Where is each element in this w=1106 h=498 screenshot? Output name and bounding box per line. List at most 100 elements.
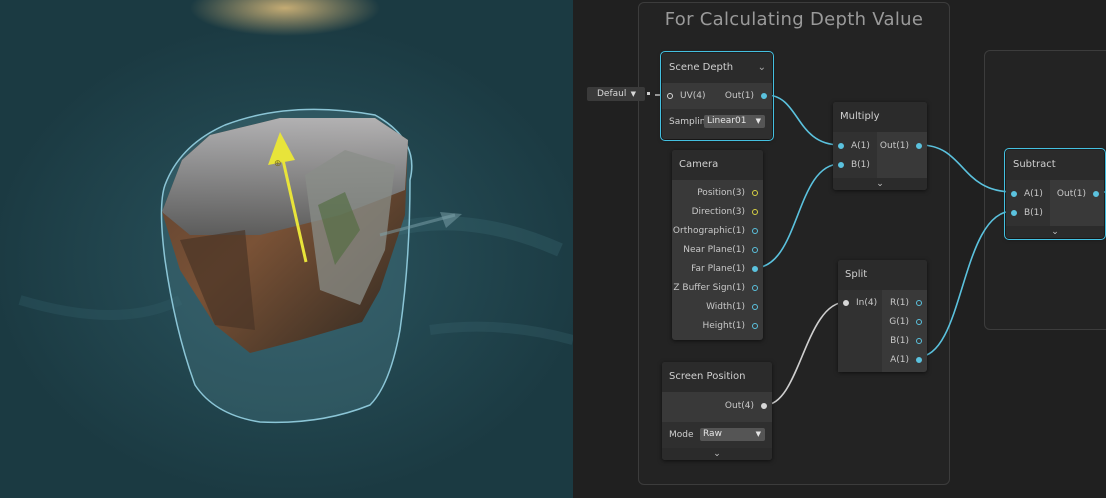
output-port-icon[interactable] [752, 189, 758, 196]
split-node[interactable]: Split In(4) R(1) G(1) B(1) A(1) [838, 260, 927, 372]
sun-reflection [190, 0, 380, 36]
output-port-icon[interactable] [752, 322, 758, 329]
split-out-g[interactable]: G(1) [864, 313, 927, 332]
svg-text:⊕: ⊕ [274, 159, 282, 169]
output-port-icon[interactable] [916, 318, 922, 325]
output-port-icon[interactable] [761, 92, 767, 99]
multiply-out[interactable]: Out(1) [859, 137, 927, 156]
port-label: B(1) [851, 160, 870, 170]
expand-chevron-icon[interactable]: ⌄ [662, 448, 772, 460]
dropdown-arrow-icon: ▼ [755, 430, 761, 438]
sampling-row: Samplin Linear01 ▼ [662, 109, 772, 135]
input-port-icon[interactable] [838, 142, 844, 149]
port-label: Out(1) [879, 141, 909, 151]
split-title-bar[interactable]: Split [838, 260, 927, 290]
input-port-icon[interactable] [838, 161, 844, 168]
connector-dot [647, 92, 650, 95]
mode-label: Mode [669, 430, 694, 440]
output-port-icon[interactable] [916, 356, 922, 363]
screen-position-title-bar[interactable]: Screen Position [662, 362, 772, 392]
input-port-icon[interactable] [1011, 190, 1017, 197]
port-label: Z Buffer Sign(1) [673, 283, 745, 293]
port-label: Out(4) [724, 401, 754, 411]
multiply-in-b[interactable]: B(1) [833, 156, 895, 175]
input-port-icon[interactable] [843, 299, 849, 306]
mode-value: Raw [703, 429, 722, 439]
mode-dropdown[interactable]: Raw ▼ [700, 428, 765, 441]
output-port-icon[interactable] [916, 299, 922, 306]
camera-port-height[interactable]: Height(1) [672, 317, 763, 336]
camera-port-z-buffer-sign[interactable]: Z Buffer Sign(1) [672, 279, 763, 298]
screen-position-out[interactable]: Out(4) [684, 397, 772, 416]
camera-title-bar[interactable]: Camera [672, 150, 763, 180]
sampling-dropdown[interactable]: Linear01 ▼ [704, 115, 765, 128]
expand-chevron-icon[interactable]: ⌄ [1006, 226, 1104, 238]
uv-default-dropdown[interactable]: Defaul ▼ [587, 87, 645, 101]
expand-chevron-icon[interactable]: ⌄ [833, 178, 927, 190]
out-port-label: Out(1) [724, 91, 754, 101]
camera-port-width[interactable]: Width(1) [672, 298, 763, 317]
output-port-icon[interactable] [1093, 190, 1099, 197]
port-label: Far Plane(1) [691, 264, 745, 274]
group-title[interactable]: For Calculating Depth Value [639, 9, 949, 30]
port-label: Position(3) [697, 188, 745, 198]
subtract-node[interactable]: Subtract A(1) B(1) Out(1) ⌄ [1004, 148, 1106, 240]
port-label: B(1) [890, 336, 909, 346]
subtract-out[interactable]: Out(1) [1032, 185, 1104, 204]
camera-node[interactable]: Camera Position(3) Direction(3) Orthogra… [672, 150, 763, 340]
scene-depth-out-port[interactable]: Out(1) [699, 87, 772, 106]
scene-depth-node[interactable]: Scene Depth ⌄ UV(4) Out(1) Samplin Linea… [660, 51, 774, 141]
subtract-title-bar[interactable]: Subtract [1006, 150, 1104, 180]
output-port-icon[interactable] [752, 284, 758, 291]
port-label: R(1) [889, 298, 909, 308]
port-label: G(1) [889, 317, 909, 327]
port-label: A(1) [890, 355, 909, 365]
input-port-icon[interactable] [1011, 209, 1017, 216]
scene-depth-title: Scene Depth [669, 62, 734, 73]
split-out-b[interactable]: B(1) [864, 332, 927, 351]
camera-port-orthographic[interactable]: Orthographic(1) [672, 222, 763, 241]
scene-viewport[interactable]: ⊕ [0, 0, 573, 498]
output-port-icon[interactable] [752, 303, 758, 310]
camera-port-direction[interactable]: Direction(3) [672, 203, 763, 222]
dropdown-arrow-icon: ▼ [630, 90, 636, 98]
uv-default-value: Defaul [597, 89, 627, 99]
split-out-a[interactable]: A(1) [864, 351, 927, 370]
camera-port-position[interactable]: Position(3) [672, 184, 763, 203]
camera-title: Camera [679, 159, 719, 170]
multiply-title: Multiply [840, 111, 880, 122]
output-port-icon[interactable] [752, 265, 758, 272]
camera-port-near-plane[interactable]: Near Plane(1) [672, 241, 763, 260]
output-port-icon[interactable] [752, 227, 758, 234]
output-port-icon[interactable] [761, 402, 767, 409]
multiply-node[interactable]: Multiply A(1) B(1) Out(1) ⌄ [833, 102, 927, 190]
camera-port-far-plane[interactable]: Far Plane(1) [672, 260, 763, 279]
screen-position-node[interactable]: Screen Position Out(4) Mode Raw ▼ ⌄ [662, 362, 772, 460]
output-port-icon[interactable] [916, 337, 922, 344]
port-label: Near Plane(1) [683, 245, 745, 255]
port-label: Out(1) [1056, 189, 1086, 199]
collapse-chevron-icon[interactable]: ⌄ [758, 53, 766, 83]
split-title: Split [845, 269, 868, 280]
output-port-icon[interactable] [752, 208, 758, 215]
output-port-icon[interactable] [752, 246, 758, 253]
port-label: Orthographic(1) [672, 226, 745, 236]
port-label: Direction(3) [691, 207, 745, 217]
dropdown-arrow-icon: ▼ [755, 117, 761, 125]
scene-canvas: ⊕ [18, 0, 573, 424]
split-out-r[interactable]: R(1) [864, 294, 927, 313]
subtract-in-b[interactable]: B(1) [1006, 204, 1068, 223]
subtract-title: Subtract [1013, 159, 1056, 170]
sampling-label: Samplin [669, 117, 706, 127]
input-port-icon[interactable] [667, 92, 673, 99]
scene-depth-title-bar[interactable]: Scene Depth ⌄ [662, 53, 772, 83]
port-label: Height(1) [702, 321, 746, 331]
port-label: Width(1) [706, 302, 745, 312]
port-label: B(1) [1024, 208, 1043, 218]
sampling-value: Linear01 [707, 116, 747, 126]
mode-row: Mode Raw ▼ [662, 422, 772, 448]
screen-position-title: Screen Position [669, 371, 746, 382]
output-port-icon[interactable] [916, 142, 922, 149]
multiply-title-bar[interactable]: Multiply [833, 102, 927, 132]
shader-graph-canvas[interactable]: For Calculating Depth Value [573, 0, 1106, 498]
